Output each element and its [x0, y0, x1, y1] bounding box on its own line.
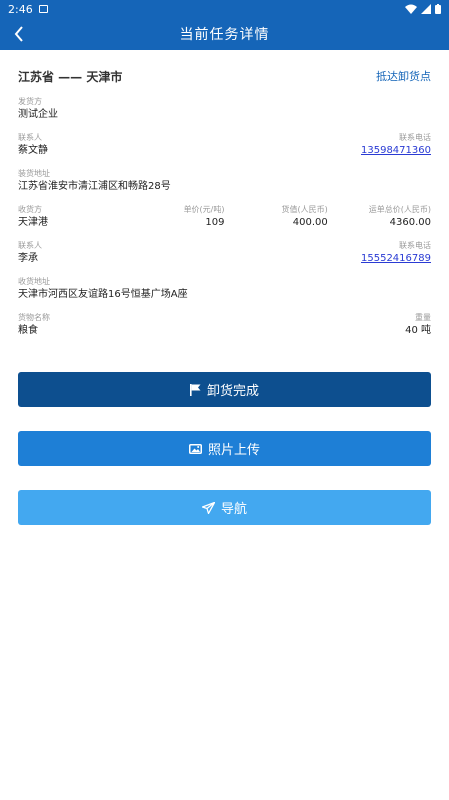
shipper-phone-link[interactable]: 13598471360	[361, 144, 431, 158]
goods-value-value: 400.00	[292, 217, 328, 228]
receiver-address-value: 天津市河西区友谊路16号恒基广场A座	[18, 289, 188, 300]
cargo-name-value: 粮食	[18, 325, 38, 336]
receiver-phone-label: 联系电话	[399, 241, 431, 250]
send-icon	[201, 501, 215, 514]
photo-upload-label: 照片上传	[207, 443, 260, 458]
receiver-address-label: 收货地址	[18, 277, 50, 286]
status-bar: 2:46	[0, 0, 449, 18]
cargo-block: 货物名称 重量 粮食 40 吨	[18, 312, 431, 338]
total-price-label: 运单总价(人民币)	[368, 205, 431, 214]
receiver-phone-link[interactable]: 15552416789	[361, 252, 431, 266]
receiver-contact-labels: 联系人 联系电话	[18, 240, 431, 252]
receiver-contact-values: 李承 15552416789	[18, 252, 431, 266]
notification-icon	[38, 5, 48, 13]
cargo-name-label: 货物名称	[18, 313, 50, 322]
shipper-value: 测试企业	[18, 109, 58, 120]
unload-complete-button[interactable]: 卸货完成	[18, 372, 431, 407]
unload-complete-label: 卸货完成	[206, 384, 259, 399]
status-time: 2:46	[8, 2, 33, 16]
action-buttons: 卸货完成 照片上传 导航	[0, 372, 449, 525]
photo-icon	[188, 444, 202, 454]
shipper-contact-label: 联系人	[18, 133, 42, 142]
unit-price-value: 109	[205, 217, 225, 228]
chevron-left-icon	[14, 26, 23, 42]
receiver-contact-value: 李承	[18, 253, 38, 264]
route-row: 江苏省 —— 天津市 抵达卸货点	[18, 50, 431, 96]
cargo-values: 粮食 40 吨	[18, 324, 431, 338]
back-button[interactable]	[4, 18, 34, 50]
arrive-unload-link[interactable]: 抵达卸货点	[376, 68, 431, 84]
status-right	[405, 4, 441, 14]
task-detail: 江苏省 —— 天津市 抵达卸货点 发货方 测试企业 联系人 联系电话 蔡文静 1…	[0, 50, 449, 338]
navigate-label: 导航	[220, 502, 247, 517]
receiver-contact-label: 联系人	[18, 241, 42, 250]
page-title: 当前任务详情	[179, 27, 270, 43]
receiver-price-block: 收货方 单价(元/吨) 货值(人民币) 运单总价(人民币) 天津港 109 40…	[18, 204, 431, 230]
cargo-labels: 货物名称 重量	[18, 312, 431, 324]
shipper-address-value: 江苏省淮安市清江浦区和畅路28号	[18, 181, 171, 192]
unit-price-label: 单价(元/吨)	[183, 205, 225, 214]
photo-upload-button[interactable]: 照片上传	[18, 431, 431, 466]
shipper-address-block: 装货地址 江苏省淮安市清江浦区和畅路28号	[18, 168, 431, 194]
receiver-contact-block: 联系人 联系电话 李承 15552416789	[18, 240, 431, 266]
status-left: 2:46	[8, 3, 48, 16]
shipper-phone-label: 联系电话	[399, 133, 431, 142]
shipper-contact-value: 蔡文静	[18, 145, 48, 156]
signal-icon	[421, 4, 431, 14]
receiver-price-labels: 收货方 单价(元/吨) 货值(人民币) 运单总价(人民币)	[18, 204, 431, 216]
goods-value-label: 货值(人民币)	[281, 205, 328, 214]
total-price-value: 4360.00	[389, 217, 431, 228]
shipper-block: 发货方 测试企业	[18, 96, 431, 122]
receiver-value: 天津港	[18, 217, 48, 228]
battery-icon	[435, 4, 441, 14]
receiver-label: 收货方	[18, 205, 42, 214]
shipper-label: 发货方	[18, 97, 42, 106]
app-bar: 当前任务详情	[0, 18, 449, 50]
shipper-contact-labels: 联系人 联系电话	[18, 132, 431, 144]
shipper-contact-values: 蔡文静 13598471360	[18, 144, 431, 158]
shipper-contact-block: 联系人 联系电话 蔡文静 13598471360	[18, 132, 431, 158]
cargo-weight-value: 40 吨	[405, 325, 431, 336]
route-text: 江苏省 —— 天津市	[18, 69, 123, 84]
shipper-address-label: 装货地址	[18, 169, 50, 178]
receiver-address-block: 收货地址 天津市河西区友谊路16号恒基广场A座	[18, 276, 431, 302]
receiver-price-values: 天津港 109 400.00 4360.00	[18, 216, 431, 230]
flag-icon	[189, 383, 201, 396]
wifi-icon	[405, 4, 417, 14]
cargo-weight-label: 重量	[415, 313, 431, 322]
navigate-button[interactable]: 导航	[18, 490, 431, 525]
